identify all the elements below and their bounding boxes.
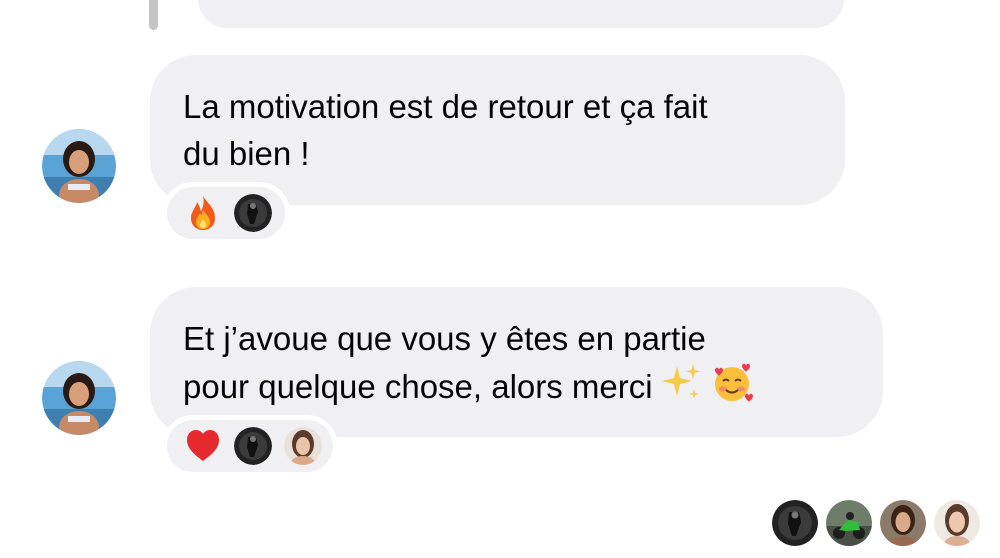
woman-avatar-icon [284, 427, 322, 465]
sparkles-icon [661, 364, 700, 399]
message-line: Et j’avoue que vous y êtes en partie [183, 320, 706, 357]
reactions-bar[interactable] [162, 415, 338, 477]
sender-photo-icon [42, 361, 116, 435]
smiling-face-with-hearts-icon [714, 363, 753, 402]
seen-avatar[interactable] [880, 500, 926, 546]
fire-emoji-icon [191, 196, 215, 230]
seen-by-row[interactable] [772, 500, 980, 546]
message-line: du bien ! [183, 135, 310, 172]
dark-avatar-icon [234, 427, 272, 465]
dark-avatar-icon [772, 500, 818, 546]
seen-avatar[interactable] [934, 500, 980, 546]
sender-avatar[interactable] [42, 361, 116, 435]
reactor-avatar [284, 427, 322, 465]
dark-avatar-icon [234, 194, 272, 232]
message-text: pour quelque chose, alors merci [183, 368, 653, 405]
seen-avatar[interactable] [772, 500, 818, 546]
scrollbar-thumb[interactable] [149, 0, 158, 30]
message-line: La motivation est de retour et ça fait [183, 88, 708, 125]
reactions-bar[interactable] [162, 182, 290, 244]
reactor-avatar [234, 427, 272, 465]
woman-avatar-icon [880, 500, 926, 546]
motorcycle-avatar-icon [826, 500, 872, 546]
red-heart-icon [187, 430, 219, 461]
sender-avatar[interactable] [42, 129, 116, 203]
previous-message-bubble[interactable] [198, 0, 844, 28]
reactor-avatar [234, 194, 272, 232]
light-woman-avatar-icon [934, 500, 980, 546]
sender-photo-icon [42, 129, 116, 203]
message-line-with-emoji: pour quelque chose, alors merci [183, 362, 883, 410]
seen-avatar[interactable] [826, 500, 872, 546]
